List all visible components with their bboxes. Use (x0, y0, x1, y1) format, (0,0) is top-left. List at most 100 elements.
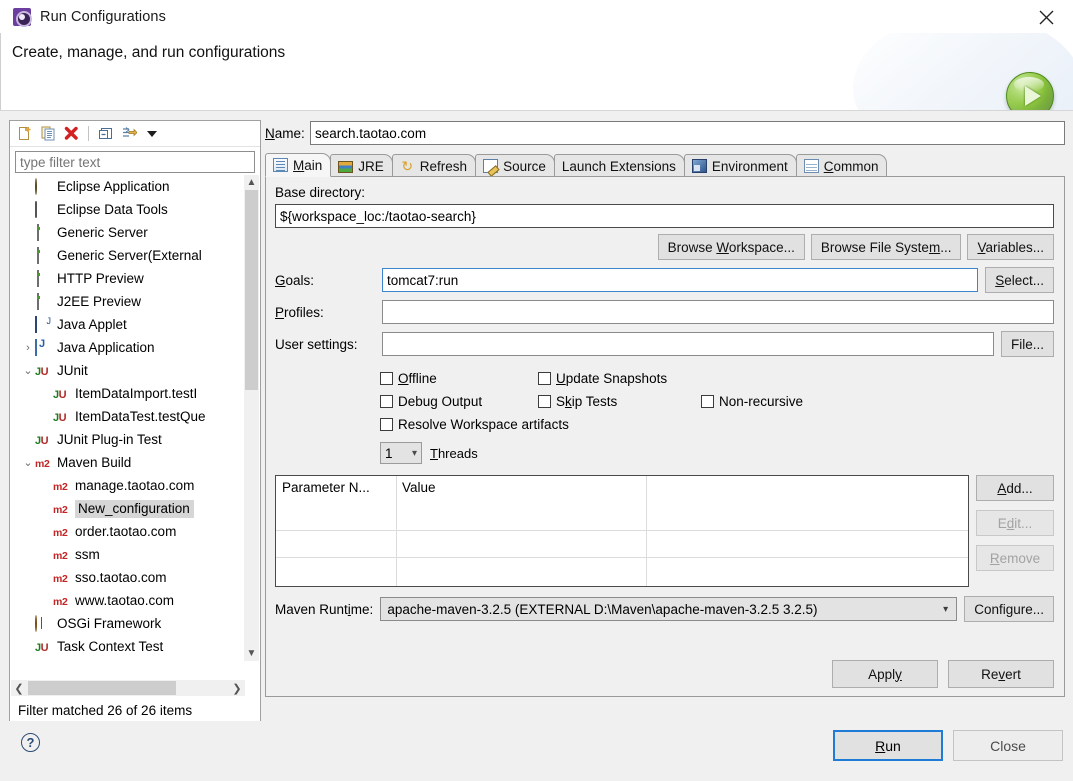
delete-configuration-icon[interactable] (61, 124, 82, 144)
duplicate-configuration-icon[interactable] (38, 124, 59, 144)
goals-row: Goals: Select... (275, 267, 1054, 293)
close-window-button[interactable] (1033, 4, 1059, 30)
tree-item-label: manage.taotao.com (75, 478, 195, 493)
tree-item-itemdataimport-testi[interactable]: JU ItemDataImport.testI (11, 382, 245, 405)
maven-runtime-combo[interactable]: apache-maven-3.2.5 (EXTERNAL D:\Maven\ap… (380, 597, 958, 621)
tree-item-generic-server-external[interactable]: Generic Server(External (11, 244, 245, 267)
skip-tests-checkbox[interactable] (538, 395, 551, 408)
horizontal-scroll-thumb[interactable] (28, 681, 176, 695)
close-button[interactable]: Close (953, 730, 1063, 761)
threads-spinner[interactable]: 1 ▾ (380, 442, 422, 464)
remove-parameter-button[interactable]: Remove (976, 545, 1054, 571)
server-icon (35, 292, 52, 310)
parameters-table-header: Parameter N... Value (276, 476, 968, 586)
tree-item-new-configuration[interactable]: m2 New_configuration (11, 497, 245, 520)
tree-item-java-application[interactable]: › Java Application (11, 336, 245, 359)
user-settings-input[interactable] (382, 332, 994, 356)
tree-item-generic-server[interactable]: Generic Server (11, 221, 245, 244)
column-header-value[interactable]: Value (396, 476, 646, 586)
configure-maven-button[interactable]: Configure... (964, 596, 1054, 622)
goals-label: Goals: (275, 272, 315, 288)
scroll-up-arrow-icon[interactable]: ▲ (244, 175, 259, 190)
tree-item-eclipse-application[interactable]: Eclipse Application (11, 175, 245, 198)
tree-item-maven-build[interactable]: ⌄ m2 Maven Build (11, 451, 245, 474)
tree-item-java-applet[interactable]: Java Applet (11, 313, 245, 336)
profiles-input[interactable] (382, 300, 1054, 324)
new-configuration-icon[interactable] (15, 124, 36, 144)
goals-input[interactable] (382, 268, 979, 292)
tree-item-sso-taotao-com[interactable]: m2 sso.taotao.com (11, 566, 245, 589)
browse-file-system-button[interactable]: Browse File System... (810, 234, 962, 260)
tree-item-junit-plug-in-test[interactable]: JU JUnit Plug-in Test (11, 428, 245, 451)
tree-item-label: ssm (75, 547, 100, 562)
tab-label: Environment (711, 158, 788, 174)
tab-refresh[interactable]: ↻ Refresh (391, 154, 477, 177)
browse-workspace-button[interactable]: Browse Workspace... (657, 234, 805, 260)
applet-icon (35, 315, 52, 333)
configuration-tree[interactable]: Eclipse Application Eclipse Data Tools Gen… (11, 175, 245, 661)
table-row-divider (276, 530, 968, 531)
base-directory-input[interactable] (275, 204, 1054, 228)
chevron-down-icon[interactable]: ⌄ (21, 455, 35, 471)
parameters-table[interactable]: Parameter N... Value (275, 475, 969, 587)
column-header-extra[interactable] (646, 476, 968, 586)
server-icon (35, 269, 52, 287)
scroll-left-arrow-icon[interactable]: ❮ (11, 680, 27, 696)
chevron-right-icon[interactable]: › (21, 340, 35, 356)
threads-row: 1 ▾ Threads (380, 440, 1054, 466)
debug-output-checkbox[interactable] (380, 395, 393, 408)
tab-common[interactable]: Common (795, 154, 888, 177)
tab-environment[interactable]: Environment (683, 154, 797, 177)
tab-launch-extensions[interactable]: Launch Extensions (553, 154, 685, 177)
offline-checkbox[interactable] (380, 372, 393, 385)
tree-vertical-scrollbar[interactable]: ▲ ▼ (244, 175, 259, 661)
tab-main[interactable]: Main (265, 153, 332, 177)
update-snapshots-checkbox[interactable] (538, 372, 551, 385)
collapse-all-icon[interactable] (95, 124, 116, 144)
revert-button[interactable]: Revert (948, 660, 1054, 688)
add-parameter-button[interactable]: Add... (976, 475, 1054, 501)
select-goals-button[interactable]: Select... (985, 267, 1054, 293)
scroll-down-arrow-icon[interactable]: ▼ (244, 646, 259, 661)
edit-parameter-button[interactable]: Edit... (976, 510, 1054, 536)
maven-runtime-value: apache-maven-3.2.5 (EXTERNAL D:\Maven\ap… (387, 601, 818, 617)
main-tab-panel: Base directory: Browse Workspace... Brow… (265, 177, 1065, 697)
tree-item-eclipse-data-tools[interactable]: Eclipse Data Tools (11, 198, 245, 221)
tree-item-j2ee-preview[interactable]: J2EE Preview (11, 290, 245, 313)
scroll-right-arrow-icon[interactable]: ❯ (229, 680, 245, 696)
tree-item-label: Generic Server(External (57, 248, 202, 263)
tree-item-http-preview[interactable]: HTTP Preview (11, 267, 245, 290)
ju-icon: JU (53, 388, 67, 401)
view-menu-caret-icon[interactable] (141, 124, 162, 144)
tab-jre[interactable]: JRE (330, 154, 393, 177)
help-icon[interactable]: ? (21, 733, 40, 752)
tree-item-order-taotao-com[interactable]: m2 order.taotao.com (11, 520, 245, 543)
tree-item-www-taotao-com[interactable]: m2 www.taotao.com (11, 589, 245, 612)
run-button[interactable]: Run (833, 730, 943, 761)
tree-item-junit[interactable]: ⌄ JU JUnit (11, 359, 245, 382)
chevron-down-icon[interactable]: ⌄ (21, 363, 35, 379)
tree-item-osgi-framework[interactable]: OSGi Framework (11, 612, 245, 635)
tab-source[interactable]: Source (475, 154, 555, 177)
apply-button[interactable]: Apply (832, 660, 938, 688)
filter-icon[interactable] (118, 124, 139, 144)
toolbar-separator (88, 126, 89, 141)
vertical-scroll-thumb[interactable] (245, 190, 258, 390)
tree-item-ssm[interactable]: m2 ssm (11, 543, 245, 566)
tree-horizontal-scrollbar[interactable]: ❮ ❯ (11, 680, 245, 696)
filter-text-input[interactable] (15, 151, 255, 173)
variables-button[interactable]: Variables... (967, 234, 1054, 260)
header-left-edge (0, 33, 1, 111)
tree-item-itemdatatest-testque[interactable]: JU ItemDataTest.testQue (11, 405, 245, 428)
tree-item-task-context-test[interactable]: JU Task Context Test (11, 635, 245, 658)
non-recursive-checkbox[interactable] (701, 395, 714, 408)
offline-label: Offline (398, 371, 437, 386)
user-settings-file-button[interactable]: File... (1000, 331, 1054, 357)
tree-item-manage-taotao-com[interactable]: m2 manage.taotao.com (11, 474, 245, 497)
resolve-workspace-artifacts-checkbox[interactable] (380, 418, 393, 431)
tree-toolbar (10, 121, 260, 147)
configuration-name-input[interactable] (310, 121, 1065, 145)
common-tab-icon (803, 159, 819, 173)
tree-item-label: www.taotao.com (75, 593, 175, 608)
column-header-parameter-name[interactable]: Parameter N... (276, 476, 396, 503)
